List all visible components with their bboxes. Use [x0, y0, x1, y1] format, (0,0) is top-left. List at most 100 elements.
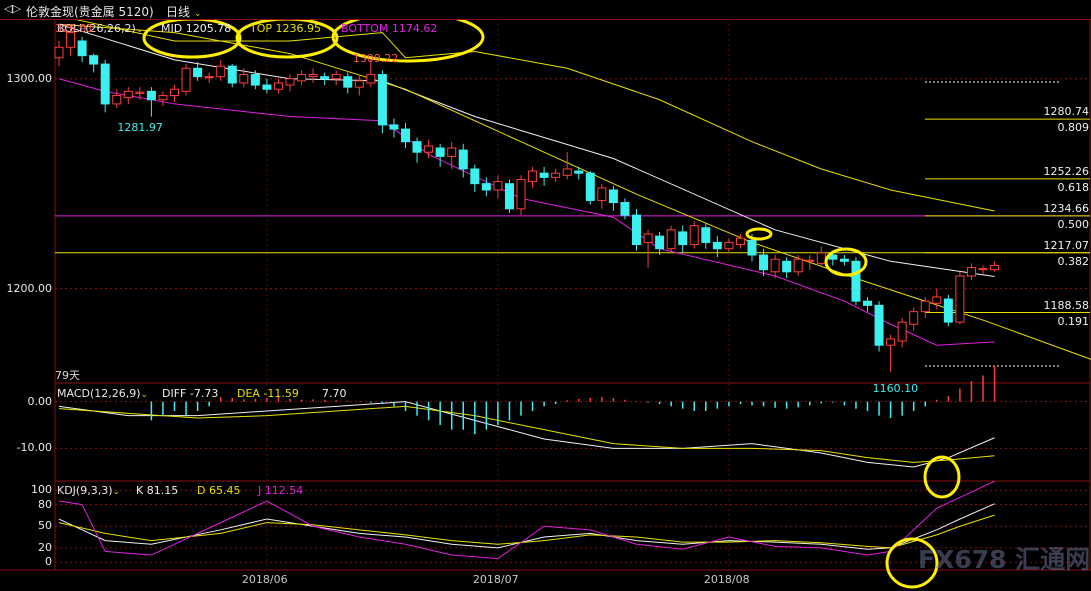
series-line-top — [58, 15, 995, 212]
kdj-label[interactable]: KDJ(9,3,3)⌄ — [57, 484, 120, 497]
price-tick-label: 1300.00 — [6, 71, 53, 85]
candle-body — [273, 82, 283, 90]
candle-body — [874, 304, 884, 346]
candle-body — [377, 74, 387, 126]
candle-body — [435, 147, 445, 157]
price-tick-label: 1200.00 — [6, 281, 53, 295]
candle-body — [528, 170, 538, 183]
price-annotation: 325.91 — [55, 22, 94, 36]
candle-body — [782, 260, 792, 273]
candle-body — [308, 74, 318, 78]
period-label: 日线 — [166, 5, 191, 19]
candle-body — [851, 260, 861, 302]
candle-body — [204, 76, 214, 79]
candle-body — [666, 229, 676, 250]
candle-body — [320, 76, 330, 80]
candle-body — [146, 90, 156, 101]
macd-tick-label: -10.00 — [16, 441, 52, 455]
candle-body — [424, 145, 434, 153]
chevron-down-icon: ⌄ — [112, 487, 121, 497]
candle-body — [77, 40, 87, 57]
series-line-diff — [58, 401, 995, 468]
candle-body — [331, 74, 341, 80]
candle-body — [805, 259, 815, 262]
price-annotation: 79天 — [55, 369, 80, 382]
candle-body — [250, 74, 260, 86]
macd-params: MACD(12,26,9) — [57, 387, 141, 400]
candle-body — [678, 231, 688, 246]
candle-body — [285, 78, 295, 86]
candle-body — [447, 147, 457, 157]
candle-body — [770, 258, 780, 273]
candle-body — [909, 311, 919, 325]
fib-price-label: 1252.26 — [1043, 164, 1090, 178]
boll-bottom-value: BOTTOM 1174.62 — [341, 22, 438, 35]
fib-price-label: 1280.74 — [1043, 105, 1090, 119]
candle-body — [990, 264, 1000, 271]
candle-body — [735, 237, 745, 246]
candle-body — [816, 252, 826, 264]
chevron-down-icon: ⌄ — [193, 9, 202, 19]
fib-ratio-label: 0.618 — [1057, 180, 1090, 194]
candle-body — [516, 178, 526, 210]
candle-body — [262, 84, 272, 90]
candle-body — [793, 258, 803, 273]
macd-label[interactable]: MACD(12,26,9)⌄ — [57, 387, 148, 400]
title-bar: ◁▷ 伦敦金现(贵金属 5120) 日线 ⌄ — [0, 0, 1091, 20]
kdj-tick-label: 100 — [31, 483, 52, 497]
candle-body — [539, 172, 549, 178]
candle-body — [562, 168, 572, 176]
fib-price-label: 1188.58 — [1043, 298, 1090, 312]
candle-body — [863, 300, 872, 306]
kdj-params: KDJ(9,3,3) — [57, 484, 113, 497]
candle-body — [170, 88, 179, 97]
candle-body — [193, 67, 203, 78]
candle-body — [585, 172, 595, 201]
fib-ratio-label: 0.500 — [1057, 217, 1090, 231]
candle-body — [620, 202, 630, 216]
kdj-k-value: K 81.15 — [136, 484, 179, 497]
period-selector[interactable]: 日线 ⌄ — [166, 3, 201, 20]
kdj-tick-label: 80 — [38, 497, 52, 511]
candle-body — [354, 80, 364, 88]
candle-body — [389, 124, 399, 130]
candle-body — [54, 46, 64, 59]
date-tick-label: 2018/07 — [472, 573, 519, 586]
candle-body — [123, 90, 133, 99]
candle-body — [504, 183, 514, 210]
candle-body — [932, 296, 942, 304]
macd-hist-value: 7.70 — [322, 387, 347, 400]
candle-body — [181, 67, 191, 92]
candle-body — [759, 254, 769, 271]
candle-body — [712, 241, 722, 250]
macd-tick-label: 0.00 — [27, 394, 53, 408]
candle-body — [481, 183, 491, 191]
kdj-tick-label: 0 — [45, 555, 52, 569]
candle-body — [943, 298, 953, 323]
candle-body — [966, 267, 976, 277]
candle-body — [701, 227, 711, 243]
candle-body — [551, 172, 561, 178]
candle-body — [112, 95, 122, 105]
fib-ratio-label: 0.809 — [1057, 121, 1090, 135]
fib-ratio-label: 0.382 — [1057, 254, 1090, 268]
highlight-circle — [745, 227, 773, 241]
candle-body — [89, 55, 99, 65]
candle-body — [643, 233, 653, 243]
candle-body — [216, 65, 226, 78]
candle-body — [920, 300, 930, 313]
macd-dea-value: DEA -11.59 — [237, 387, 299, 400]
kdj-tick-label: 50 — [38, 519, 52, 533]
date-tick-label: 2018/06 — [241, 573, 288, 586]
macd-diff-value: DIFF -7.73 — [162, 387, 219, 400]
candle-body — [689, 225, 699, 246]
candle-body — [597, 187, 607, 201]
candle-body — [470, 168, 480, 185]
candlestick-chart[interactable] — [0, 0, 1091, 591]
candle-body — [401, 128, 410, 143]
fib-ratio-label: 0.191 — [1057, 314, 1090, 328]
candle-body — [978, 268, 988, 271]
candle-body — [608, 189, 618, 204]
watermark-logo: FX678 汇通网 — [918, 545, 1091, 574]
back-forward-icon[interactable]: ◁▷ — [4, 2, 21, 15]
